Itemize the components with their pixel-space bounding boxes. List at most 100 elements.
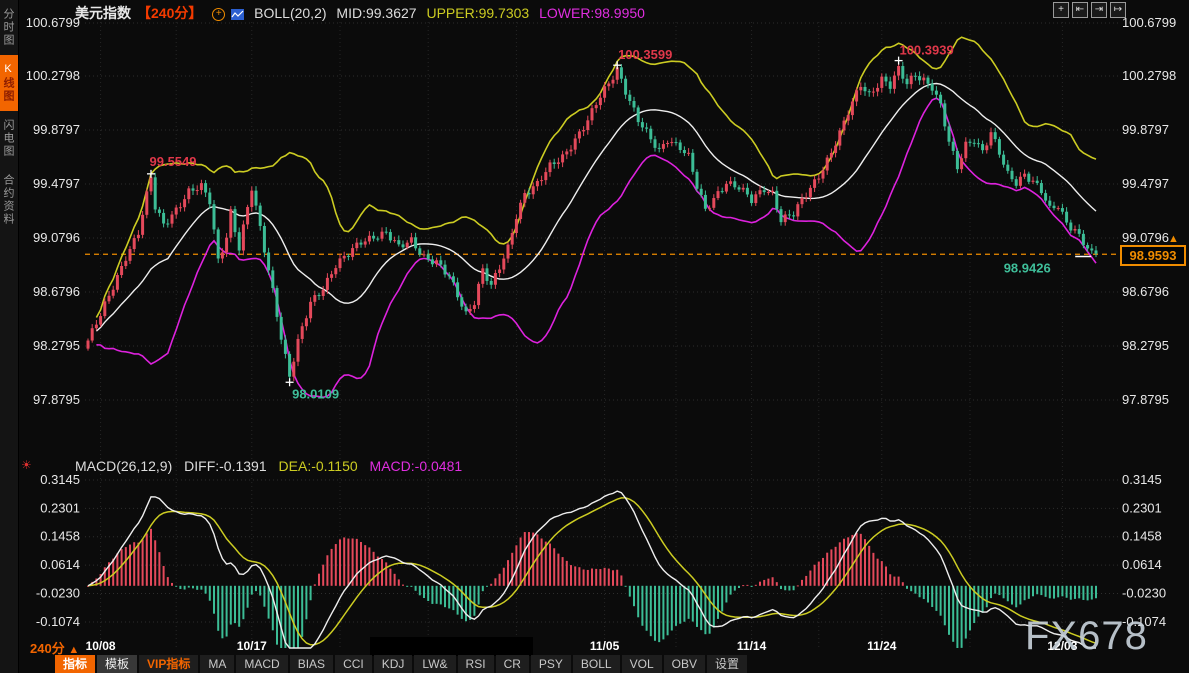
pan-latest-icon[interactable]: ↦ xyxy=(1110,2,1126,18)
macd-histogram-bar xyxy=(591,569,593,586)
candle-body xyxy=(872,92,875,93)
candle-body xyxy=(586,120,589,130)
macd-histogram-bar xyxy=(696,586,698,627)
candle-body xyxy=(397,240,400,244)
candle-body xyxy=(309,302,312,318)
macd-histogram-bar xyxy=(175,586,177,587)
toolbar-button-MACD[interactable]: MACD xyxy=(236,655,287,673)
candle-body xyxy=(297,339,300,362)
toolbar-button-RSI[interactable]: RSI xyxy=(458,655,494,673)
y-axis-label-left: 99.0796 xyxy=(33,230,80,245)
candle-body xyxy=(91,328,94,340)
macd-histogram-bar xyxy=(914,586,916,594)
candle-body xyxy=(305,318,308,326)
toolbar-button-设置[interactable]: 设置 xyxy=(707,655,747,673)
toolbar-button-CCI[interactable]: CCI xyxy=(335,655,372,673)
macd-histogram-bar xyxy=(1024,586,1026,600)
macd-histogram-bar xyxy=(906,586,908,589)
macd-histogram-bar xyxy=(805,576,807,586)
macd-histogram-bar xyxy=(776,582,778,586)
candle-body xyxy=(712,198,715,208)
indicator-settings-icon[interactable]: ☀ xyxy=(21,458,32,472)
candle-body xyxy=(158,209,161,212)
candle-body xyxy=(187,188,190,199)
candle-body xyxy=(696,172,699,189)
y-axis-label-left: 99.8797 xyxy=(33,122,80,137)
candle-body xyxy=(637,107,640,122)
macd-histogram-bar xyxy=(213,586,215,614)
candle-body xyxy=(574,138,577,149)
toolbar-button-模板[interactable]: 模板 xyxy=(97,655,137,673)
macd-histogram-bar xyxy=(961,586,963,648)
candle-body xyxy=(969,142,972,143)
candle-body xyxy=(372,236,375,239)
toolbar-button-KDJ[interactable]: KDJ xyxy=(374,655,413,673)
candle-body xyxy=(154,177,157,209)
sidebar-tab-4[interactable]: 合约资料 xyxy=(0,166,18,234)
macd-histogram-bar xyxy=(209,586,211,601)
toolbar-button-BOLL[interactable]: BOLL xyxy=(573,655,620,673)
scroll-left-icon[interactable]: ⇤ xyxy=(1072,2,1088,18)
candle-body xyxy=(465,307,468,312)
sidebar-tab-3[interactable]: 闪电图 xyxy=(0,111,18,166)
y-axis-label-right: 99.0796 xyxy=(1122,230,1169,245)
candle-body xyxy=(330,274,333,278)
candle-body xyxy=(943,103,946,126)
candle-body xyxy=(124,261,127,266)
macd-histogram-bar xyxy=(612,570,614,586)
candle-body xyxy=(792,215,795,216)
macd-histogram-bar xyxy=(494,578,496,586)
macd-diff-value: DIFF:-0.1391 xyxy=(184,458,266,474)
sidebar-tab-2[interactable]: K线图 xyxy=(0,55,18,111)
macd-histogram-bar xyxy=(394,574,396,586)
toolbar-button-OBV[interactable]: OBV xyxy=(664,655,705,673)
macd-histogram-bar xyxy=(570,565,572,586)
crosshair-tool-icon[interactable]: + xyxy=(1053,2,1069,18)
toolbar-button-BIAS[interactable]: BIAS xyxy=(290,655,333,673)
macd-histogram-bar xyxy=(851,535,853,586)
macd-histogram-bar xyxy=(503,568,505,586)
candle-body xyxy=(994,132,997,139)
candle-body xyxy=(549,162,552,172)
toolbar-button-VOL[interactable]: VOL xyxy=(622,655,662,673)
candle-body xyxy=(347,256,350,257)
macd-histogram-bar xyxy=(940,586,942,616)
macd-histogram-bar xyxy=(641,586,643,626)
candle-body xyxy=(1036,181,1039,183)
macd-histogram-bar xyxy=(1019,586,1021,605)
macd-histogram-bar xyxy=(1053,586,1055,599)
macd-histogram-bar xyxy=(469,586,471,620)
add-indicator-icon[interactable]: + xyxy=(212,8,225,21)
macd-histogram-bar xyxy=(746,585,748,586)
macd-histogram-bar xyxy=(730,586,732,595)
toolbar-button-LW&[interactable]: LW& xyxy=(414,655,455,673)
candle-body xyxy=(423,254,426,255)
candle-body xyxy=(985,145,988,150)
macd-histogram-bar xyxy=(553,548,555,586)
macd-histogram-bar xyxy=(809,571,811,586)
toolbar-button-VIP指标[interactable]: VIP指标 xyxy=(139,655,198,673)
candle-body xyxy=(683,150,686,153)
candle-body xyxy=(998,139,1001,155)
candle-body xyxy=(1032,181,1035,182)
candle-body xyxy=(192,188,195,190)
macd-histogram-bar xyxy=(331,549,333,586)
toolbar-button-MA[interactable]: MA xyxy=(200,655,234,673)
macd-histogram-bar xyxy=(377,557,379,586)
toolbar-button-PSY[interactable]: PSY xyxy=(531,655,571,673)
candle-body xyxy=(876,88,879,92)
chart-type-icon[interactable] xyxy=(231,9,244,20)
candle-body xyxy=(717,191,720,198)
candle-body xyxy=(439,260,442,264)
y-axis-label-right: 100.2798 xyxy=(1122,68,1176,83)
candle-body xyxy=(801,198,804,204)
sidebar-tab-1[interactable]: 分时图 xyxy=(0,0,18,55)
toolbar-button-指标[interactable]: 指标 xyxy=(55,655,95,673)
boll-mid-value: MID:99.3627 xyxy=(336,5,416,21)
candle-body xyxy=(948,126,951,141)
chart-canvas[interactable]: 99.5549100.3599100.393998.010998.9426100… xyxy=(0,0,1189,673)
toolbar-button-CR[interactable]: CR xyxy=(496,655,529,673)
candle-body xyxy=(540,180,543,181)
candle-body xyxy=(431,259,434,264)
scroll-right-icon[interactable]: ⇥ xyxy=(1091,2,1107,18)
